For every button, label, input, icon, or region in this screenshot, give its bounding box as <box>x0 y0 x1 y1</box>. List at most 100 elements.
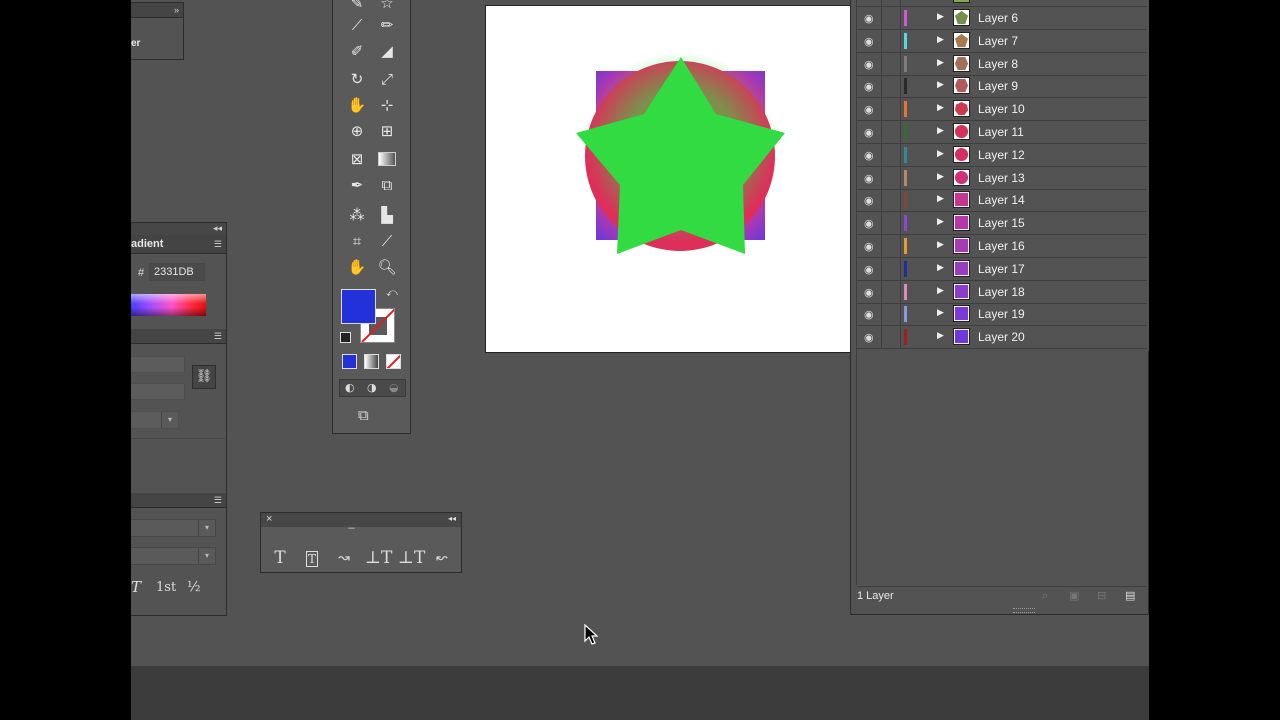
layer-row[interactable]: ◉ ▶ Layer 20 <box>857 326 1147 350</box>
layer-row[interactable]: ◉ ▶ Layer 12 <box>857 143 1147 167</box>
blob-brush-icon[interactable]: ✐ <box>345 40 369 62</box>
eraser-icon[interactable]: ◢ <box>375 40 399 62</box>
eyedropper-icon[interactable]: ✒ <box>345 174 369 196</box>
visibility-eye-icon[interactable]: ◉ <box>864 35 874 48</box>
symbol-sprayer-icon[interactable]: ⁂ <box>345 204 369 226</box>
visibility-eye-icon[interactable]: ◉ <box>864 308 874 321</box>
layer-row[interactable]: ◉ ▶ Layer 6 <box>857 7 1147 30</box>
rotate-icon[interactable]: ↻ <box>345 68 369 90</box>
draw-inside-icon[interactable]: ◒ <box>389 381 399 394</box>
layer-row[interactable]: ◉ ▶ Layer 14 <box>857 189 1147 213</box>
color-mode-button[interactable] <box>342 354 357 369</box>
layer-name[interactable]: Layer 20 <box>978 330 1025 344</box>
visibility-eye-icon[interactable]: ◉ <box>864 58 874 71</box>
layer-row[interactable]: ◉ ▶ Layer 17 <box>857 257 1147 281</box>
make-clipping-mask-icon[interactable]: ▣ <box>1069 589 1079 602</box>
panel-menu-icon[interactable]: ☰ <box>214 239 222 250</box>
vertical-path-type-tool-icon[interactable]: ↜ <box>431 548 453 568</box>
paintbrush-icon[interactable]: ⟋ <box>345 14 369 36</box>
layer-name[interactable]: Layer 17 <box>978 262 1025 276</box>
layer-row[interactable]: ◉ ▶ Layer 19 <box>857 303 1147 327</box>
layer-name[interactable]: Layer 19 <box>978 307 1025 321</box>
expand-arrow-icon[interactable]: ▶ <box>937 35 944 45</box>
expand-arrow-icon[interactable]: ▶ <box>937 58 944 68</box>
expand-arrow-icon[interactable]: ▶ <box>937 103 944 113</box>
layer-row[interactable]: ◉ ▶ Layer 7 <box>857 29 1147 53</box>
height-field[interactable] <box>131 383 185 400</box>
none-mode-button[interactable] <box>386 354 401 369</box>
visibility-eye-icon[interactable]: ◉ <box>864 331 874 344</box>
gradient-icon[interactable] <box>375 148 399 170</box>
locate-object-icon[interactable]: ⌕ <box>1042 589 1048 603</box>
layer-row[interactable]: ◉ ▶ Layer 9 <box>857 75 1147 99</box>
new-sublayer-icon[interactable]: ⊟ <box>1097 589 1106 602</box>
pen-icon[interactable]: ✎ <box>345 0 369 14</box>
shape-builder-icon[interactable]: ⊕ <box>345 120 369 142</box>
layer-name[interactable]: Layer 10 <box>978 102 1025 116</box>
expand-arrow-icon[interactable]: ▶ <box>937 331 944 341</box>
color-spectrum[interactable] <box>131 294 206 316</box>
artboard-icon[interactable]: ⌗ <box>345 230 369 252</box>
collapse-icon[interactable]: ◂◂ <box>213 223 222 234</box>
type-on-path-tool-icon[interactable]: ↝ <box>333 548 355 568</box>
layer-name[interactable]: Layer 9 <box>978 79 1018 93</box>
default-colors-icon[interactable] <box>340 332 351 343</box>
layer-name[interactable]: Layer 7 <box>978 34 1018 48</box>
hand-icon[interactable]: ✋ <box>345 256 369 278</box>
visibility-eye-icon[interactable]: ◉ <box>864 263 874 276</box>
artboard[interactable] <box>485 5 851 353</box>
expand-arrow-icon[interactable]: ▶ <box>937 194 944 204</box>
resize-grip[interactable] <box>1013 608 1035 613</box>
zoom-icon[interactable]: 🔍︎ <box>375 256 399 278</box>
expand-arrow-icon[interactable]: ▶ <box>937 80 944 90</box>
perspective-grid-icon[interactable]: ⊞ <box>375 120 399 142</box>
layer-name[interactable]: Layer 13 <box>978 171 1025 185</box>
visibility-eye-icon[interactable]: ◉ <box>864 12 874 25</box>
reference-dropdown[interactable]: ▾ <box>131 411 179 429</box>
glyph-t-button[interactable]: T <box>131 578 141 596</box>
character-menu-icon[interactable]: ☰ <box>214 495 222 506</box>
layer-row[interactable]: ◉ ▶ Layer 10 <box>857 98 1147 122</box>
layer-row[interactable]: ◉ ▶ Layer 13 <box>857 166 1147 190</box>
scale-icon[interactable]: ⤢ <box>375 68 399 90</box>
expand-arrow-icon[interactable]: ▶ <box>937 12 944 22</box>
fraction-button[interactable]: ½ <box>187 579 201 595</box>
fill-swatch[interactable] <box>341 289 376 324</box>
layer-name[interactable]: Layer 6 <box>978 11 1018 25</box>
expand-arrow-icon[interactable]: ▶ <box>937 308 944 318</box>
visibility-eye-icon[interactable]: ◉ <box>864 286 874 299</box>
font-style-dropdown[interactable]: ▾ <box>131 547 216 565</box>
layer-row[interactable]: ◉ ▶ Layer 8 <box>857 52 1147 76</box>
visibility-eye-icon[interactable]: ◉ <box>864 126 874 139</box>
draw-normal-icon[interactable]: ◐ <box>345 381 355 394</box>
expand-arrow-icon[interactable]: ▶ <box>937 240 944 250</box>
expand-arrow-icon[interactable]: ▶ <box>937 149 944 159</box>
hex-input[interactable]: 2331DB <box>149 263 205 281</box>
star-icon[interactable]: ☆ <box>375 0 399 14</box>
vertical-type-tool-icon[interactable]: ⊥T <box>365 548 392 568</box>
type-tool-icon[interactable]: T <box>269 548 291 568</box>
new-layer-icon[interactable]: ▤ <box>1125 589 1135 602</box>
area-type-tool-icon[interactable]: T <box>301 548 323 568</box>
column-graph-icon[interactable]: ▙ <box>375 204 399 226</box>
expand-arrow-icon[interactable]: ▶ <box>937 263 944 273</box>
visibility-eye-icon[interactable]: ◉ <box>864 172 874 185</box>
screen-mode-icon[interactable]: ⧉ <box>358 406 369 424</box>
pencil-icon[interactable]: ✏ <box>375 14 399 36</box>
draw-behind-icon[interactable]: ◑ <box>367 381 377 394</box>
layer-row[interactable]: ◉ ▶ Layer 11 <box>857 121 1147 144</box>
transform-menu-icon[interactable]: ☰ <box>214 331 222 342</box>
expand-arrow-icon[interactable]: ▶ <box>937 217 944 227</box>
visibility-eye-icon[interactable]: ◉ <box>864 240 874 253</box>
free-transform-icon[interactable]: ⊹ <box>375 94 399 116</box>
superscript-button[interactable]: 1st <box>156 580 176 595</box>
layer-name[interactable]: Layer 11 <box>978 125 1024 139</box>
layer-name[interactable]: Layer 12 <box>978 148 1025 162</box>
visibility-eye-icon[interactable]: ◉ <box>864 80 874 93</box>
layer-row[interactable]: ◉ ▶ Layer 15 <box>857 212 1147 236</box>
visibility-eye-icon[interactable]: ◉ <box>864 149 874 162</box>
expand-arrow-icon[interactable]: ▶ <box>937 286 944 296</box>
layer-name[interactable]: Layer 18 <box>978 285 1025 299</box>
expand-arrow-icon[interactable]: ▶ <box>937 126 944 136</box>
constrain-proportions-button[interactable]: ⛓ <box>192 365 216 389</box>
